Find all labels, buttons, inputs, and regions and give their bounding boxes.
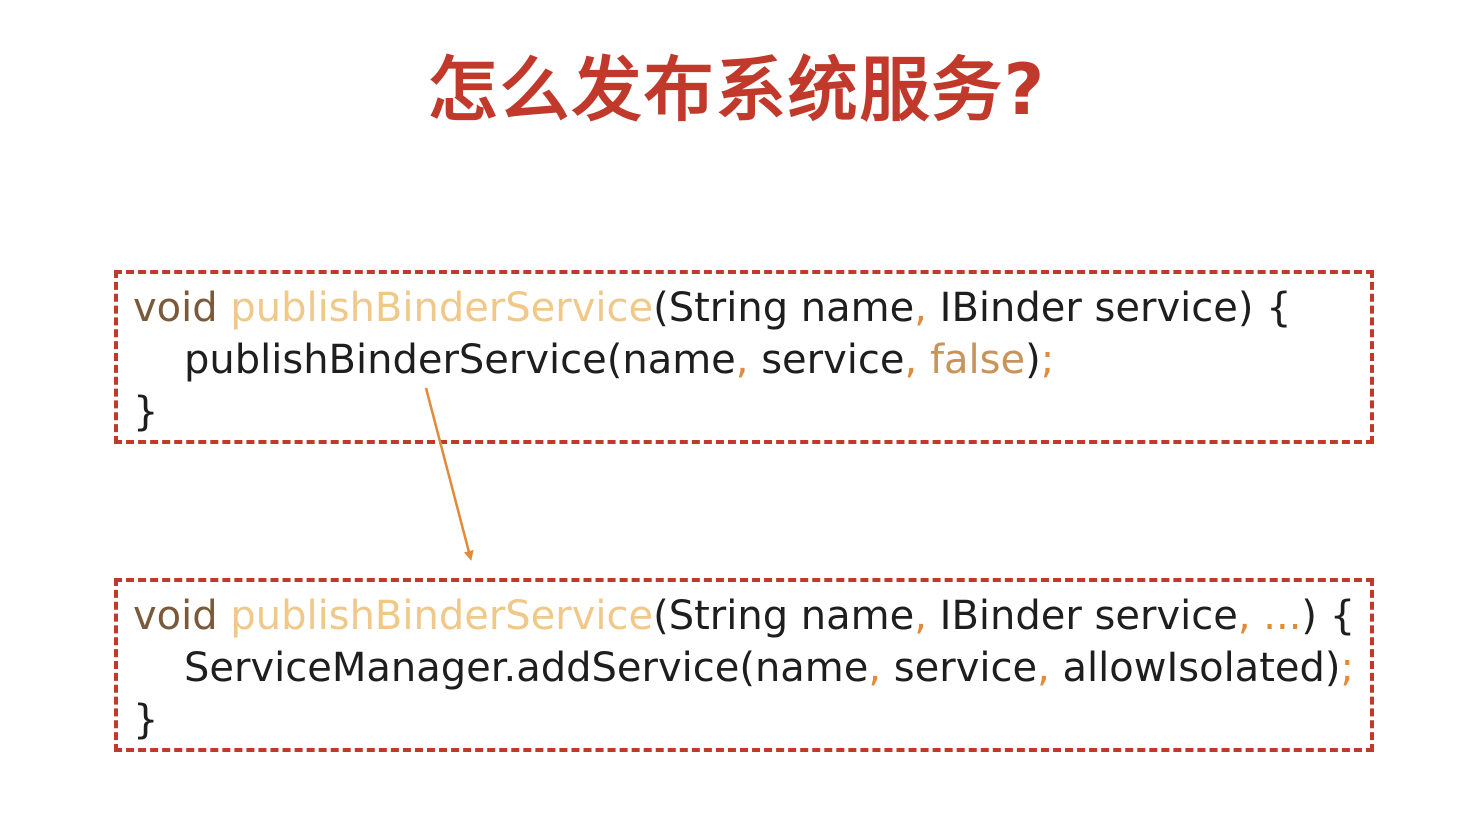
code-method-name: publishBinderService [230, 593, 654, 639]
code-punctuation: , [1037, 645, 1050, 691]
code-keyword: void [133, 593, 218, 639]
code-text: allowIsolated) [1049, 645, 1341, 691]
code-text: } [133, 697, 159, 743]
code-keyword: void [133, 285, 218, 331]
code-line: ServiceManager.addService(name, service,… [184, 642, 1354, 694]
code-punctuation: , [868, 645, 882, 691]
code-line: void publishBinderService(String name, I… [133, 282, 1292, 334]
code-method-name: publishBinderService [230, 285, 654, 331]
code-text: ) { [1301, 593, 1356, 639]
code-block-publish-binder-service-impl: void publishBinderService(String name, I… [114, 578, 1374, 752]
slide-title: 怎么发布系统服务? [427, 49, 1047, 131]
code-line: } [133, 694, 158, 746]
code-text: IBinder service [926, 593, 1238, 639]
code-punctuation: , [914, 593, 927, 639]
code-punctuation: ; [1340, 645, 1354, 691]
code-punctuation: , [735, 337, 749, 383]
code-text: ) [1025, 337, 1041, 383]
code-text: publishBinderService(name [184, 337, 736, 383]
code-punctuation: , ... [1237, 593, 1302, 639]
code-text: service [881, 645, 1038, 691]
code-text: service [748, 337, 905, 383]
code-text: IBinder service) { [926, 285, 1292, 331]
code-text: } [133, 389, 159, 435]
code-text: (String name [653, 593, 915, 639]
code-punctuation: , [914, 285, 927, 331]
code-punctuation: ; [1040, 337, 1055, 383]
code-text: (String name [653, 285, 915, 331]
code-block-publish-binder-service-overload: void publishBinderService(String name, I… [114, 270, 1374, 444]
code-line: } [133, 386, 158, 438]
code-text: ServiceManager.addService(name [184, 645, 869, 691]
code-line: publishBinderService(name, service, fals… [184, 334, 1054, 386]
code-punctuation: , [904, 337, 918, 383]
code-line: void publishBinderService(String name, I… [133, 590, 1355, 642]
code-boolean: false [929, 337, 1026, 383]
